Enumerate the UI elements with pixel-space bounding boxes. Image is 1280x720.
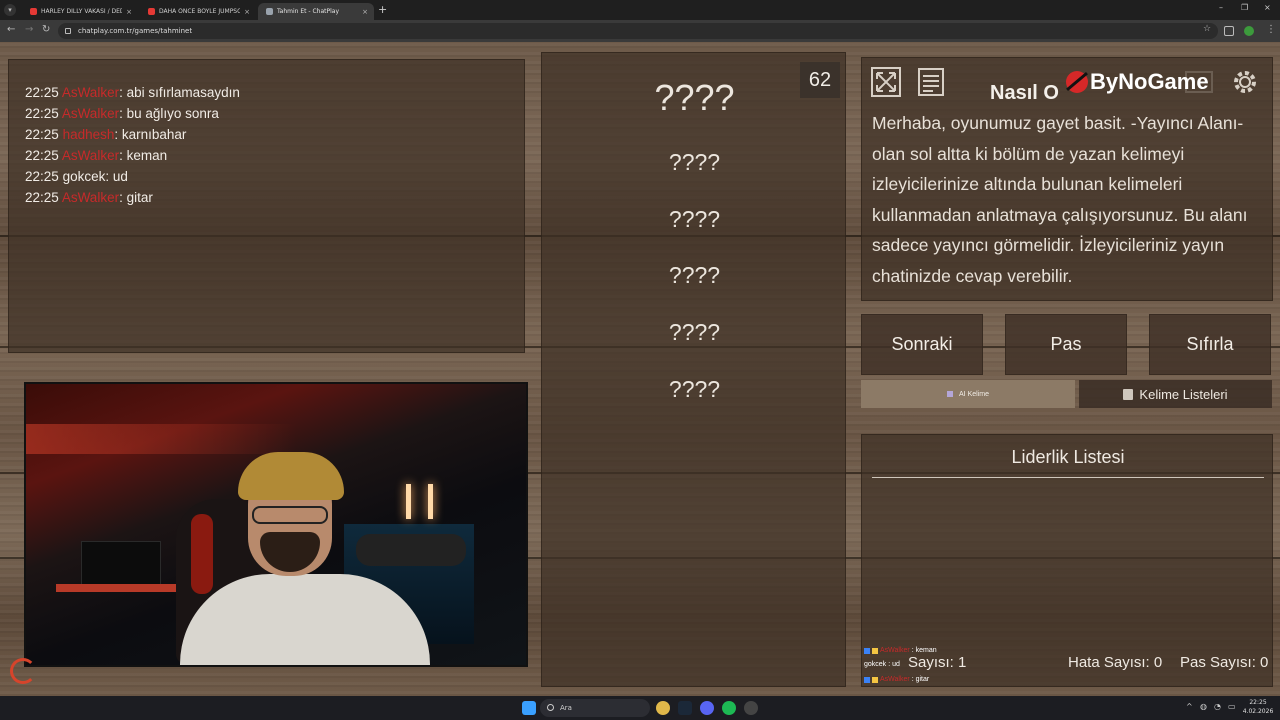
badge-icon bbox=[864, 647, 870, 654]
document-icon[interactable] bbox=[914, 65, 948, 99]
book-icon bbox=[1123, 388, 1134, 400]
reload-icon[interactable]: ↻ bbox=[42, 24, 50, 35]
chat-username: AsWalker bbox=[61, 190, 120, 205]
pass-count: Pas Sayısı: 0 bbox=[1180, 654, 1269, 671]
settings-gear-icon[interactable] bbox=[1228, 65, 1262, 99]
steam-icon[interactable] bbox=[678, 701, 692, 715]
howto-text: Merhaba, oyunumuz gayet basit. -Yayıncı … bbox=[872, 113, 1248, 286]
loading-ring-icon bbox=[10, 658, 36, 684]
browser-tab-bar: ▾ HARLEY DILLY VAKASI / DEDER × DAHA ÖNC… bbox=[0, 0, 1280, 20]
network-icon[interactable]: ◍ bbox=[1200, 702, 1207, 711]
chat-message: 22:25 AsWalker: abi sıfırlamasaydın bbox=[25, 85, 240, 100]
bynogame-logo-icon bbox=[1066, 71, 1088, 93]
error-count: Hata Sayısı: 0 bbox=[1068, 654, 1163, 671]
maximize-button[interactable]: ❐ bbox=[1241, 3, 1248, 12]
chat-message: 22:25 gokcek: ud bbox=[25, 169, 128, 184]
tab-title: Tahmin Et - ChatPlay bbox=[277, 8, 340, 15]
profile-avatar[interactable] bbox=[1244, 26, 1254, 36]
search-icon bbox=[547, 704, 554, 711]
chat-username: hadhesh bbox=[62, 127, 115, 142]
forbidden-word: ???? bbox=[668, 376, 721, 402]
browser-tab-active[interactable]: Tahmin Et - ChatPlay × bbox=[258, 3, 374, 20]
window-close-button[interactable]: × bbox=[1264, 3, 1271, 12]
tab-lists-label: Kelime Listeleri bbox=[1139, 386, 1228, 402]
chat-username: AsWalker bbox=[61, 106, 120, 121]
address-bar: ← → ↻ chatplay.com.tr/games/tahminet ☆ ⋮ bbox=[0, 20, 1280, 42]
tab-title: DAHA ÖNCE BÖYLE JUMPSCAR bbox=[159, 8, 241, 15]
badge-icon bbox=[872, 647, 878, 654]
logo-text: ByNoGame bbox=[1090, 69, 1209, 94]
fullscreen-icon[interactable] bbox=[869, 65, 903, 99]
start-icon[interactable] bbox=[522, 701, 536, 715]
bynogame-logo: ByNoGame bbox=[1066, 68, 1209, 96]
forbidden-word: ???? bbox=[668, 149, 721, 175]
tray-chevron-icon[interactable]: ^ bbox=[1186, 702, 1193, 711]
game-page: 22:25 AsWalker: abi sıfırlamasaydın 22:2… bbox=[0, 42, 1280, 696]
url-text: chatplay.com.tr/games/tahminet bbox=[78, 27, 193, 35]
divider bbox=[872, 477, 1264, 478]
chatplay-icon bbox=[266, 8, 273, 15]
battery-icon[interactable]: ▭ bbox=[1228, 702, 1236, 711]
ai-icon bbox=[947, 391, 954, 397]
new-tab-button[interactable]: + bbox=[378, 3, 387, 16]
timer-badge: 62 bbox=[800, 62, 840, 98]
minimize-button[interactable]: – bbox=[1219, 3, 1223, 12]
forbidden-word: ???? bbox=[668, 262, 721, 288]
youtube-icon bbox=[148, 8, 155, 15]
obs-icon[interactable] bbox=[744, 701, 758, 715]
chat-message: 22:25 hadhesh: karnıbahar bbox=[25, 127, 187, 142]
chat-message: 22:25 AsWalker: keman bbox=[25, 148, 168, 163]
tab-close-icon[interactable]: × bbox=[244, 8, 250, 16]
spotify-icon[interactable] bbox=[722, 701, 736, 715]
tab-ai-label: AI Kelime bbox=[959, 390, 989, 398]
chat-username: AsWalker bbox=[61, 85, 120, 100]
forbidden-word: ???? bbox=[668, 319, 721, 345]
score-count: Sayısı: 1 bbox=[908, 654, 967, 671]
overlay-chat-line: gokcek: ud bbox=[864, 661, 900, 668]
forward-icon[interactable]: → bbox=[25, 24, 33, 35]
taskbar: Ara ^ ◍ ◔ ▭ 22:25 4.02.2026 bbox=[0, 696, 1280, 720]
browser-tab[interactable]: HARLEY DILLY VAKASI / DEDER × bbox=[22, 3, 138, 20]
badge-icon bbox=[864, 676, 870, 683]
next-button[interactable]: Sonraki bbox=[861, 314, 983, 375]
tab-word-lists[interactable]: Kelime Listeleri bbox=[1079, 380, 1272, 408]
chrome-icon[interactable] bbox=[656, 701, 670, 715]
webcam-feed bbox=[24, 382, 528, 667]
taskbar-search-input[interactable]: Ara bbox=[540, 699, 650, 717]
overlay-chat-line: AsWalker: gitar bbox=[864, 676, 929, 683]
bookmark-star-icon[interactable]: ☆ bbox=[1203, 24, 1211, 34]
chat-username: AsWalker bbox=[61, 148, 120, 163]
forbidden-word: ???? bbox=[668, 206, 721, 232]
tab-close-icon[interactable]: × bbox=[126, 8, 132, 16]
chat-message: 22:25 AsWalker: gitar bbox=[25, 190, 153, 205]
menu-icon[interactable]: ⋮ bbox=[1266, 24, 1276, 35]
tab-title: HARLEY DILLY VAKASI / DEDER bbox=[41, 8, 122, 15]
site-info-icon[interactable] bbox=[65, 28, 71, 34]
badge-icon bbox=[872, 676, 878, 683]
reset-button[interactable]: Sıfırla bbox=[1149, 314, 1271, 375]
browser-tab[interactable]: DAHA ÖNCE BÖYLE JUMPSCAR × bbox=[140, 3, 256, 20]
pass-button[interactable]: Pas bbox=[1005, 314, 1127, 375]
tab-close-icon[interactable]: × bbox=[362, 8, 368, 16]
chat-panel: 22:25 AsWalker: abi sıfırlamasaydın 22:2… bbox=[8, 59, 525, 353]
chat-message: 22:25 AsWalker: bu ağlıyo sonra bbox=[25, 106, 219, 121]
discord-icon[interactable] bbox=[700, 701, 714, 715]
tab-ai-word[interactable]: AI Kelime bbox=[861, 380, 1075, 408]
leaderboard-title: Liderlik Listesi bbox=[1011, 447, 1125, 467]
chat-username: gokcek bbox=[62, 169, 106, 184]
back-icon[interactable]: ← bbox=[7, 24, 15, 35]
tab-search-icon[interactable]: ▾ bbox=[4, 4, 16, 16]
volume-icon[interactable]: ◔ bbox=[1214, 702, 1221, 711]
youtube-icon bbox=[30, 8, 37, 15]
url-input[interactable]: chatplay.com.tr/games/tahminet bbox=[58, 23, 1218, 39]
extensions-icon[interactable] bbox=[1224, 26, 1234, 36]
howto-title: Nasıl O bbox=[990, 82, 1059, 104]
word-column: ???? ???? ???? ???? ???? ???? bbox=[541, 52, 846, 687]
taskbar-clock[interactable]: 22:25 4.02.2026 bbox=[1240, 698, 1276, 716]
overlay-chat-line: AsWalker: keman bbox=[864, 647, 937, 654]
